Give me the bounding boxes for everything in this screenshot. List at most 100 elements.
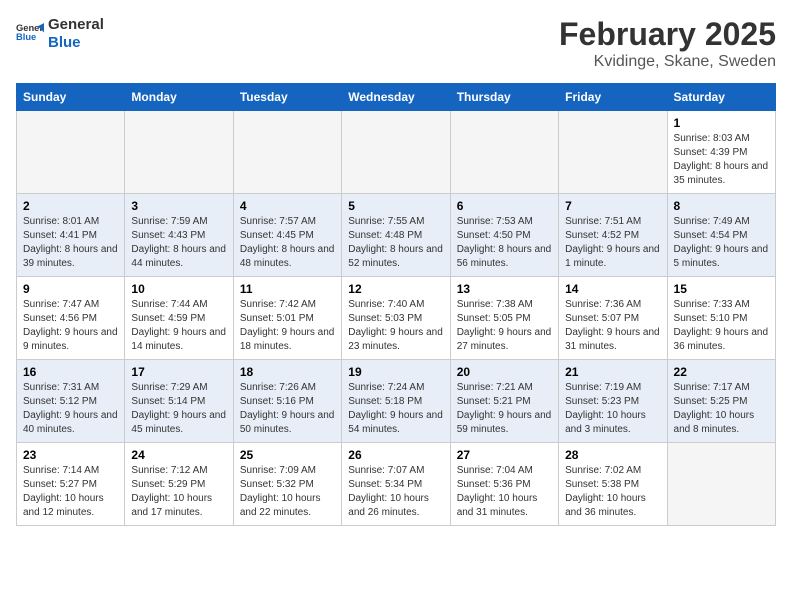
day-number: 24 — [131, 448, 226, 462]
day-number: 10 — [131, 282, 226, 296]
day-number: 28 — [565, 448, 660, 462]
calendar-cell: 17 Sunrise: 7:29 AM Sunset: 5:14 PM Dayli… — [125, 360, 233, 443]
calendar-week-row: 16 Sunrise: 7:31 AM Sunset: 5:12 PM Dayli… — [17, 360, 776, 443]
day-info: Sunrise: 7:21 AM Sunset: 5:21 PM Dayligh… — [457, 381, 552, 437]
month-year-title: February 2025 — [559, 16, 776, 53]
day-info: Sunrise: 7:19 AM Sunset: 5:23 PM Dayligh… — [565, 381, 660, 437]
weekday-header-wednesday: Wednesday — [342, 84, 450, 111]
day-info: Sunrise: 7:47 AM Sunset: 4:56 PM Dayligh… — [23, 298, 118, 354]
logo-line2: Blue — [48, 34, 104, 52]
day-info: Sunrise: 7:51 AM Sunset: 4:52 PM Dayligh… — [565, 215, 660, 271]
calendar-cell: 5Sunrise: 7:55 AM Sunset: 4:48 PM Daylig… — [342, 194, 450, 277]
calendar-cell: 13 Sunrise: 7:38 AM Sunset: 5:05 PM Dayli… — [450, 277, 558, 360]
calendar-cell: 21 Sunrise: 7:19 AM Sunset: 5:23 PM Dayli… — [559, 360, 667, 443]
day-number: 14 — [565, 282, 660, 296]
day-number: 26 — [348, 448, 443, 462]
day-info: Sunrise: 8:01 AM Sunset: 4:41 PM Dayligh… — [23, 215, 118, 271]
day-info: Sunrise: 7:31 AM Sunset: 5:12 PM Dayligh… — [23, 381, 118, 437]
calendar-cell: 24 Sunrise: 7:12 AM Sunset: 5:29 PM Dayli… — [125, 443, 233, 526]
day-number: 12 — [348, 282, 443, 296]
calendar-week-row: 1Sunrise: 8:03 AM Sunset: 4:39 PM Daylig… — [17, 111, 776, 194]
day-info: Sunrise: 7:53 AM Sunset: 4:50 PM Dayligh… — [457, 215, 552, 271]
calendar-cell: 20 Sunrise: 7:21 AM Sunset: 5:21 PM Dayli… — [450, 360, 558, 443]
calendar-cell: 23 Sunrise: 7:14 AM Sunset: 5:27 PM Dayli… — [17, 443, 125, 526]
day-info: Sunrise: 7:59 AM Sunset: 4:43 PM Dayligh… — [131, 215, 226, 271]
day-info: Sunrise: 7:38 AM Sunset: 5:05 PM Dayligh… — [457, 298, 552, 354]
day-number: 25 — [240, 448, 335, 462]
svg-text:Blue: Blue — [16, 32, 36, 42]
calendar-cell: 16 Sunrise: 7:31 AM Sunset: 5:12 PM Dayli… — [17, 360, 125, 443]
calendar-cell: 8Sunrise: 7:49 AM Sunset: 4:54 PM Daylig… — [667, 194, 775, 277]
calendar-cell — [450, 111, 558, 194]
logo: General Blue General Blue — [16, 16, 104, 52]
day-info: Sunrise: 7:07 AM Sunset: 5:34 PM Dayligh… — [348, 464, 443, 520]
calendar-cell: 22 Sunrise: 7:17 AM Sunset: 5:25 PM Dayli… — [667, 360, 775, 443]
day-number: 9 — [23, 282, 118, 296]
calendar-cell: 19Sunrise: 7:24 AM Sunset: 5:18 PM Dayli… — [342, 360, 450, 443]
day-number: 5 — [348, 199, 443, 213]
calendar-cell: 7 Sunrise: 7:51 AM Sunset: 4:52 PM Daylig… — [559, 194, 667, 277]
title-area: February 2025 Kvidinge, Skane, Sweden — [559, 16, 776, 71]
day-info: Sunrise: 7:29 AM Sunset: 5:14 PM Dayligh… — [131, 381, 226, 437]
day-number: 19 — [348, 365, 443, 379]
day-info: Sunrise: 7:40 AM Sunset: 5:03 PM Dayligh… — [348, 298, 443, 354]
day-number: 4 — [240, 199, 335, 213]
day-number: 2 — [23, 199, 118, 213]
weekday-header-saturday: Saturday — [667, 84, 775, 111]
day-info: Sunrise: 7:42 AM Sunset: 5:01 PM Dayligh… — [240, 298, 335, 354]
day-number: 16 — [23, 365, 118, 379]
calendar-cell: 6 Sunrise: 7:53 AM Sunset: 4:50 PM Daylig… — [450, 194, 558, 277]
calendar-cell — [667, 443, 775, 526]
day-number: 22 — [674, 365, 769, 379]
day-number: 27 — [457, 448, 552, 462]
calendar-cell: 25 Sunrise: 7:09 AM Sunset: 5:32 PM Dayli… — [233, 443, 341, 526]
calendar-cell — [233, 111, 341, 194]
calendar-cell: 12 Sunrise: 7:40 AM Sunset: 5:03 PM Dayli… — [342, 277, 450, 360]
weekday-header-sunday: Sunday — [17, 84, 125, 111]
day-info: Sunrise: 7:26 AM Sunset: 5:16 PM Dayligh… — [240, 381, 335, 437]
calendar-cell: 18 Sunrise: 7:26 AM Sunset: 5:16 PM Dayli… — [233, 360, 341, 443]
day-number: 20 — [457, 365, 552, 379]
calendar-cell: 27 Sunrise: 7:04 AM Sunset: 5:36 PM Dayli… — [450, 443, 558, 526]
day-number: 6 — [457, 199, 552, 213]
calendar-week-row: 9 Sunrise: 7:47 AM Sunset: 4:56 PM Daylig… — [17, 277, 776, 360]
calendar-cell: 9 Sunrise: 7:47 AM Sunset: 4:56 PM Daylig… — [17, 277, 125, 360]
day-info: Sunrise: 7:02 AM Sunset: 5:38 PM Dayligh… — [565, 464, 660, 520]
day-number: 3 — [131, 199, 226, 213]
calendar-cell: 2 Sunrise: 8:01 AM Sunset: 4:41 PM Daylig… — [17, 194, 125, 277]
day-number: 8 — [674, 199, 769, 213]
day-info: Sunrise: 8:03 AM Sunset: 4:39 PM Dayligh… — [674, 132, 769, 188]
calendar-cell: 4Sunrise: 7:57 AM Sunset: 4:45 PM Daylig… — [233, 194, 341, 277]
calendar-cell: 3 Sunrise: 7:59 AM Sunset: 4:43 PM Daylig… — [125, 194, 233, 277]
calendar-cell: 10Sunrise: 7:44 AM Sunset: 4:59 PM Dayli… — [125, 277, 233, 360]
calendar-header-row: SundayMondayTuesdayWednesdayThursdayFrid… — [17, 84, 776, 111]
day-info: Sunrise: 7:14 AM Sunset: 5:27 PM Dayligh… — [23, 464, 118, 520]
day-number: 23 — [23, 448, 118, 462]
calendar-cell: 28 Sunrise: 7:02 AM Sunset: 5:38 PM Dayli… — [559, 443, 667, 526]
calendar-cell: 11Sunrise: 7:42 AM Sunset: 5:01 PM Dayli… — [233, 277, 341, 360]
calendar-cell — [342, 111, 450, 194]
day-info: Sunrise: 7:04 AM Sunset: 5:36 PM Dayligh… — [457, 464, 552, 520]
page-header: General Blue General Blue February 2025 … — [16, 16, 776, 71]
day-number: 18 — [240, 365, 335, 379]
day-info: Sunrise: 7:09 AM Sunset: 5:32 PM Dayligh… — [240, 464, 335, 520]
calendar-table: SundayMondayTuesdayWednesdayThursdayFrid… — [16, 83, 776, 526]
weekday-header-tuesday: Tuesday — [233, 84, 341, 111]
location-subtitle: Kvidinge, Skane, Sweden — [559, 53, 776, 71]
calendar-week-row: 23 Sunrise: 7:14 AM Sunset: 5:27 PM Dayli… — [17, 443, 776, 526]
calendar-cell: 1Sunrise: 8:03 AM Sunset: 4:39 PM Daylig… — [667, 111, 775, 194]
day-info: Sunrise: 7:12 AM Sunset: 5:29 PM Dayligh… — [131, 464, 226, 520]
day-number: 17 — [131, 365, 226, 379]
calendar-cell: 14 Sunrise: 7:36 AM Sunset: 5:07 PM Dayli… — [559, 277, 667, 360]
calendar-week-row: 2 Sunrise: 8:01 AM Sunset: 4:41 PM Daylig… — [17, 194, 776, 277]
logo-icon: General Blue — [16, 20, 44, 48]
day-info: Sunrise: 7:17 AM Sunset: 5:25 PM Dayligh… — [674, 381, 769, 437]
day-number: 21 — [565, 365, 660, 379]
weekday-header-monday: Monday — [125, 84, 233, 111]
day-info: Sunrise: 7:36 AM Sunset: 5:07 PM Dayligh… — [565, 298, 660, 354]
calendar-cell: 26 Sunrise: 7:07 AM Sunset: 5:34 PM Dayli… — [342, 443, 450, 526]
day-number: 7 — [565, 199, 660, 213]
calendar-cell — [17, 111, 125, 194]
day-number: 13 — [457, 282, 552, 296]
calendar-cell — [125, 111, 233, 194]
